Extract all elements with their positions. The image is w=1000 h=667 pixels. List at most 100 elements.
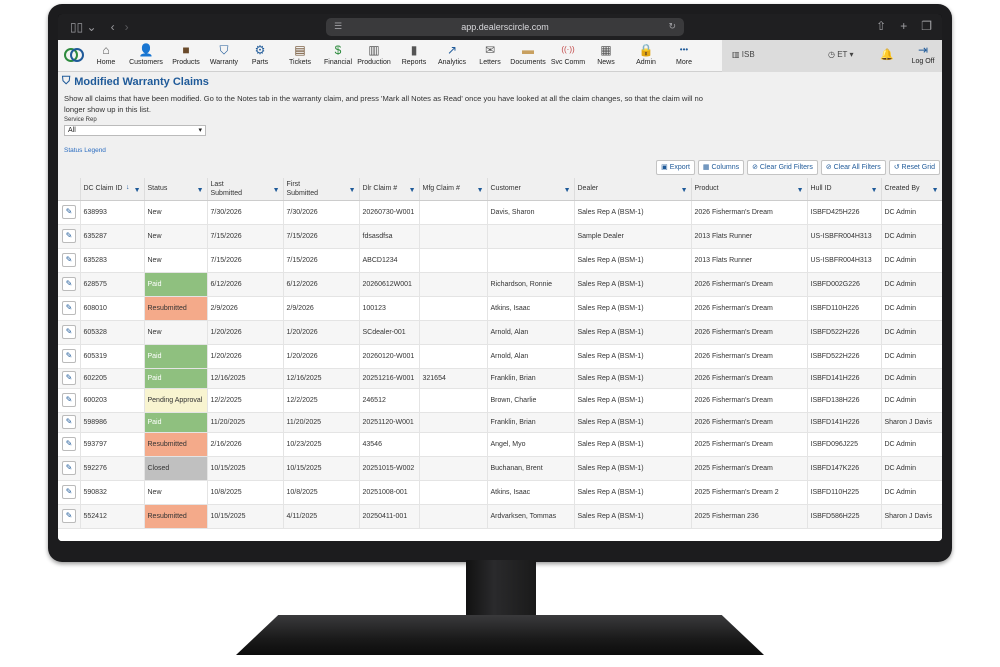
cell-dealer: Sales Rep A (BSM-1) (574, 248, 692, 273)
grid-header-hull-id[interactable]: Hull ID ▼ (807, 178, 882, 201)
filter-funnel-icon[interactable]: ▼ (564, 186, 571, 195)
edit-pencil-icon[interactable]: ✎ (62, 349, 76, 363)
edit-pencil-icon[interactable]: ✎ (62, 277, 76, 291)
cell-hull: ISBFD002G226 (807, 272, 882, 297)
columns-button[interactable]: ▦ Columns (697, 160, 745, 175)
edit-cell: ✎ (58, 412, 81, 433)
filter-funnel-icon[interactable]: ▼ (349, 186, 356, 195)
grid-header-dc-claim-id[interactable]: DC Claim ID ↓ ▼ (80, 178, 145, 201)
notifications-bell-icon[interactable]: 🔔 (880, 48, 894, 61)
filter-funnel-icon[interactable]: ▼ (932, 186, 939, 195)
filter-funnel-icon[interactable]: ▼ (273, 186, 280, 195)
filter-funnel-icon[interactable]: ▼ (197, 186, 204, 195)
service-rep-select[interactable]: All ▾ (64, 125, 206, 136)
filter-funnel-icon[interactable]: ▼ (681, 186, 688, 195)
timezone-selector[interactable]: ◷ ET ▾ (828, 50, 854, 59)
nav-item-analytics[interactable]: ↗ Analytics (432, 42, 472, 66)
edit-pencil-icon[interactable]: ✎ (62, 205, 76, 219)
nav-item-tickets[interactable]: ▤ Tickets (280, 42, 320, 66)
filter-funnel-icon[interactable]: ▼ (477, 186, 484, 195)
cell-id: 638993 (80, 200, 145, 225)
reset-grid-button[interactable]: ↺ Reset Grid (888, 160, 940, 175)
nav-item-admin[interactable]: 🔒 Admin (626, 42, 666, 66)
cell-last: 12/2/2025 (207, 388, 284, 413)
edit-pencil-icon[interactable]: ✎ (62, 485, 76, 499)
building-icon: ▥ (732, 50, 742, 59)
grid-header-status[interactable]: Status ▼ (144, 178, 208, 201)
clear-all-filters-button[interactable]: ⊘ Clear All Filters (820, 160, 886, 175)
dealerscircle-logo[interactable] (62, 43, 86, 67)
nav-item-products[interactable]: ■ Products (166, 42, 206, 66)
grid-header-dlr-claim-[interactable]: Dlr Claim # ▼ (359, 178, 420, 201)
cell-dlr: 20251015-W002 (359, 456, 420, 481)
edit-pencil-icon[interactable]: ✎ (62, 229, 76, 243)
nav-item-letters[interactable]: ✉ Letters (470, 42, 510, 66)
back-arrow-icon[interactable]: ‹ (111, 20, 115, 34)
cell-mfg (419, 412, 488, 433)
nav-item-home[interactable]: ⌂ Home (86, 42, 126, 66)
cell-dealer: Sales Rep A (BSM-1) (574, 320, 692, 345)
edit-pencil-icon[interactable]: ✎ (62, 301, 76, 315)
edit-pencil-icon[interactable]: ✎ (62, 253, 76, 267)
filter-funnel-icon[interactable]: ▼ (871, 186, 878, 195)
sort-arrow-icon[interactable]: ↓ (126, 183, 130, 192)
cell-first: 2/9/2026 (283, 296, 360, 321)
address-bar[interactable]: ☰ app.dealerscircle.com ↻ (326, 18, 684, 36)
edit-pencil-icon[interactable]: ✎ (62, 415, 76, 429)
reload-icon[interactable]: ↻ (668, 21, 676, 32)
nav-item-svc-comm[interactable]: ((·)) Svc Comm (548, 42, 588, 66)
cell-dlr: 20251216-W001 (359, 368, 420, 389)
status-legend-link[interactable]: Status Legend (64, 147, 106, 154)
cell-id: 598986 (80, 412, 145, 433)
cell-id: 635287 (80, 224, 145, 249)
logoff-button[interactable]: ⇥ Log Off (904, 42, 942, 65)
parts-gear-icon: ⚙ (254, 43, 266, 57)
nav-item-parts[interactable]: ⚙ Parts (240, 42, 280, 66)
edit-cell: ✎ (58, 456, 81, 481)
share-icon[interactable]: ⇧ (876, 19, 886, 33)
export-button[interactable]: ▣ Export (656, 160, 695, 175)
forward-arrow-icon[interactable]: › (125, 20, 129, 34)
cell-mfg (419, 320, 488, 345)
nav-item-financial[interactable]: $ Financial (318, 42, 358, 66)
grid-header-product[interactable]: Product ▼ (691, 178, 808, 201)
cell-dlr: 20251120-W001 (359, 412, 420, 433)
edit-pencil-icon[interactable]: ✎ (62, 437, 76, 451)
cell-status: Paid (144, 344, 208, 369)
nav-item-more[interactable]: ••• More (664, 42, 704, 66)
edit-pencil-icon[interactable]: ✎ (62, 393, 76, 407)
grid-header-last-submitted[interactable]: Last Submitted ▼ (207, 178, 284, 201)
filter-funnel-icon[interactable]: ▼ (134, 186, 141, 195)
tab-overview-icon[interactable]: ❐ (921, 19, 932, 33)
cell-created: DC Admin (881, 480, 942, 505)
grid-header-first-submitted[interactable]: First Submitted ▼ (283, 178, 360, 201)
nav-item-production[interactable]: ▥ Production (354, 42, 394, 66)
grid-header-mfg-claim-[interactable]: Mfg Claim # ▼ (419, 178, 488, 201)
edit-pencil-icon[interactable]: ✎ (62, 371, 76, 385)
nav-item-warranty[interactable]: ⛉ Warranty (204, 42, 244, 66)
edit-pencil-icon[interactable]: ✎ (62, 461, 76, 475)
edit-pencil-icon[interactable]: ✎ (62, 325, 76, 339)
grid-header-created-by[interactable]: Created By ▼ (881, 178, 942, 201)
new-tab-icon[interactable]: + (900, 19, 907, 33)
cell-product: 2026 Fisherman's Dream (691, 272, 808, 297)
page-menu-icon[interactable]: ☰ (334, 21, 342, 32)
grid-header-customer[interactable]: Customer ▼ (487, 178, 575, 201)
edit-pencil-icon[interactable]: ✎ (62, 509, 76, 523)
grid-header-dealer[interactable]: Dealer ▼ (574, 178, 692, 201)
nav-item-customers[interactable]: 👤 Customers (126, 42, 166, 66)
cell-dlr: fdsasdfsa (359, 224, 420, 249)
clear-grid-filters-button[interactable]: ⊘ Clear Grid Filters (747, 160, 818, 175)
grid-header-edit (58, 178, 81, 201)
nav-item-news[interactable]: ▦ News (586, 42, 626, 66)
nav-item-reports[interactable]: ▮ Reports (394, 42, 434, 66)
table-row: ✎ 592276 Closed 10/15/2025 10/15/2025 2025101… (58, 456, 942, 481)
sidebar-toggle-icon[interactable]: ▯▯ ⌄ (70, 20, 97, 34)
clear-filter-icon: ⊘ (752, 164, 760, 171)
filter-funnel-icon[interactable]: ▼ (409, 186, 416, 195)
filter-funnel-icon[interactable]: ▼ (797, 186, 804, 195)
cell-dealer: Sales Rep A (BSM-1) (574, 388, 692, 413)
location-selector[interactable]: ▥ ISB (732, 50, 755, 59)
products-icon: ■ (182, 43, 190, 57)
nav-item-documents[interactable]: ▬ Documents (508, 42, 548, 66)
